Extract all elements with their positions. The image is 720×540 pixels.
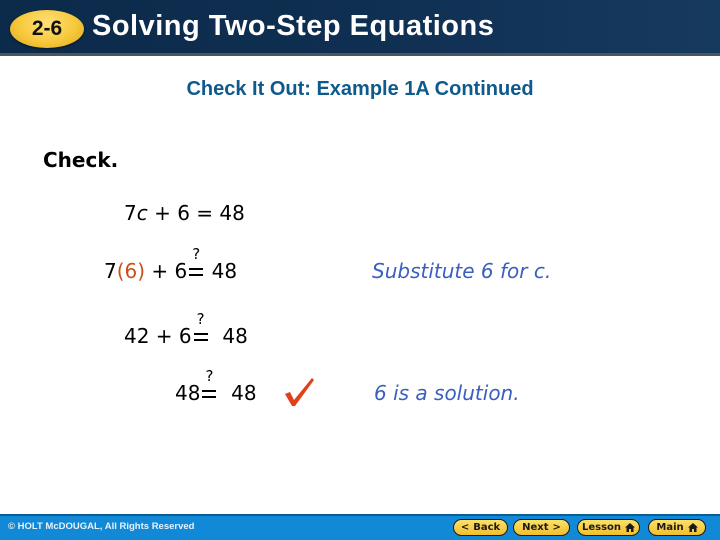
- lesson-number: 2-6: [31, 17, 63, 40]
- home-icon: [687, 523, 698, 532]
- copyright-text: © HOLT McDOUGAL, All Rights Reserved: [8, 521, 195, 532]
- chevron-left-icon: <: [460, 522, 470, 533]
- equation-text: 48: [175, 381, 201, 405]
- lesson-button[interactable]: Lesson: [577, 519, 640, 536]
- variable-c: c: [136, 201, 148, 225]
- lesson-number-badge: 2-6: [10, 10, 84, 48]
- back-label: Back: [473, 522, 501, 533]
- question-mark: ?: [196, 310, 205, 328]
- home-icon: [625, 523, 636, 532]
- example-subtitle: Check It Out: Example 1A Continued: [186, 78, 534, 100]
- solution-note: 6 is a solution.: [374, 381, 520, 405]
- questioned-equals-icon: ?: [192, 312, 210, 348]
- substitute-note: Substitute 6 for c.: [372, 259, 552, 283]
- page-title: Solving Two-Step Equations: [92, 10, 495, 42]
- next-button[interactable]: Next >: [513, 519, 570, 536]
- question-mark: ?: [192, 245, 201, 263]
- checkmark-icon: [285, 378, 314, 406]
- equation-substituted: 7(6) + 6? 48: [104, 247, 238, 284]
- chevron-right-icon: >: [552, 522, 561, 533]
- main-button[interactable]: Main: [648, 519, 706, 536]
- questioned-equals-icon: ?: [187, 247, 205, 283]
- equation-multiplied: 42 + 6? 48: [124, 312, 248, 349]
- equation-text: 42 + 6: [124, 324, 192, 348]
- header-bar: 2-6 Solving Two-Step Equations: [0, 0, 720, 56]
- equation-text: + 6 = 48: [147, 201, 245, 225]
- main-label: Main: [656, 522, 684, 533]
- equation-result: 48? 48: [175, 369, 257, 406]
- equation-text: 48: [209, 324, 248, 348]
- equation-text: + 6: [145, 259, 188, 283]
- equation-text: 7: [104, 259, 117, 283]
- questioned-equals-icon: ?: [200, 369, 218, 405]
- equation-original: 7c + 6 = 48: [124, 201, 245, 225]
- footer-bar: © HOLT McDOUGAL, All Rights Reserved < B…: [0, 514, 720, 540]
- equation-text: 48: [218, 381, 257, 405]
- check-label: Check.: [43, 148, 119, 172]
- next-label: Next: [522, 522, 549, 533]
- question-mark: ?: [205, 367, 214, 385]
- equation-text: 7: [124, 201, 137, 225]
- substituted-value: (6): [116, 259, 146, 283]
- equation-text: 48: [205, 259, 238, 283]
- back-button[interactable]: < Back: [453, 519, 508, 536]
- lesson-label: Lesson: [581, 522, 622, 533]
